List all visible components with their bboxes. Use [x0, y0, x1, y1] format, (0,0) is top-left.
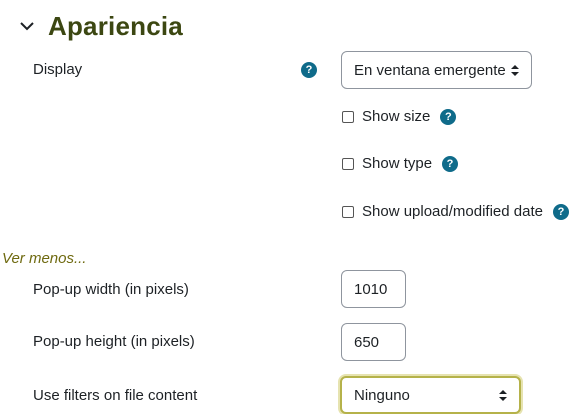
filters-select[interactable]: Ninguno — [340, 376, 521, 414]
show-type-checkbox[interactable] — [342, 157, 354, 170]
section-title: Apariencia — [48, 10, 183, 41]
show-size-row[interactable]: Show size ? — [342, 108, 457, 125]
show-size-help-icon[interactable]: ? — [440, 108, 457, 125]
select-arrows-icon — [511, 64, 519, 76]
show-size-checkbox[interactable] — [342, 110, 354, 123]
display-help-icon[interactable]: ? — [301, 62, 317, 78]
popup-width-input[interactable]: 1010 — [341, 270, 406, 308]
popup-height-input[interactable]: 650 — [341, 323, 406, 361]
section-header[interactable]: Apariencia — [16, 6, 183, 46]
popup-width-value: 1010 — [354, 280, 388, 298]
display-select-value: En ventana emergente — [354, 61, 506, 79]
show-date-help-icon[interactable]: ? — [552, 203, 569, 220]
chevron-down-icon[interactable] — [16, 15, 38, 37]
show-type-row[interactable]: Show type ? — [342, 155, 459, 172]
popup-height-value: 650 — [354, 333, 380, 351]
show-type-help-icon[interactable]: ? — [442, 155, 459, 172]
show-date-checkbox[interactable] — [342, 205, 354, 218]
popup-width-label: Pop-up width (in pixels) — [33, 281, 189, 298]
show-size-label: Show size — [362, 108, 431, 125]
show-date-row[interactable]: Show upload/modified date ? — [342, 203, 569, 220]
filters-label: Use filters on file content — [33, 387, 198, 404]
popup-height-label: Pop-up height (in pixels) — [33, 333, 195, 350]
display-select[interactable]: En ventana emergente — [341, 51, 532, 89]
select-arrows-icon — [499, 389, 507, 401]
show-type-label: Show type — [362, 155, 433, 172]
show-less-link[interactable]: Ver menos... — [2, 250, 86, 267]
filters-select-value: Ninguno — [354, 386, 410, 404]
display-label: Display — [33, 61, 83, 78]
show-date-label: Show upload/modified date — [362, 203, 543, 220]
